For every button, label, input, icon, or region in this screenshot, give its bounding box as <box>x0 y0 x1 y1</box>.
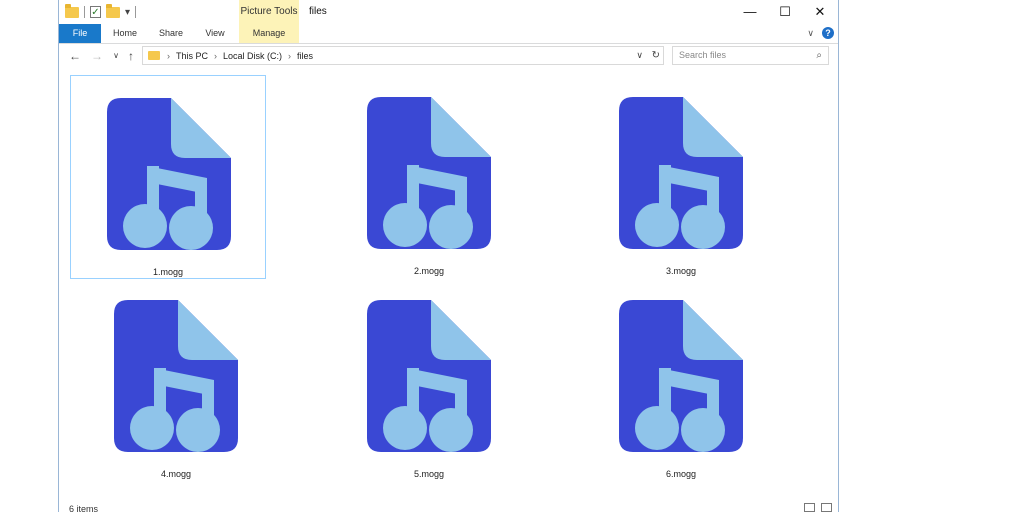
breadcrumb-files[interactable]: files <box>297 51 313 61</box>
details-view-icon[interactable] <box>804 503 815 512</box>
window-title: files <box>309 6 327 17</box>
tab-manage[interactable]: Manage <box>239 24 299 43</box>
picture-tools-tab: Picture Tools <box>239 0 299 24</box>
file-tile[interactable]: 1.mogg <box>70 75 266 279</box>
address-bar[interactable]: › This PC › Local Disk (C:) › files ∨ ↻ <box>142 46 664 65</box>
file-view: 1.mogg 2.mogg 3.mogg 4.mogg 5.mogg 6.mog… <box>59 70 838 500</box>
file-name: 2.mogg <box>413 266 445 276</box>
search-input[interactable]: Search files ⌕ <box>672 46 829 65</box>
quick-access-toolbar: ✓ ▾ <box>65 3 137 20</box>
file-name: 3.mogg <box>665 266 697 276</box>
up-arrow-icon[interactable]: ↑ <box>121 46 141 66</box>
audio-file-icon <box>367 97 491 249</box>
title-bar: ✓ ▾ Picture Tools files — ☐ ✕ <box>59 0 838 24</box>
file-name: 5.mogg <box>413 469 445 479</box>
search-placeholder: Search files <box>679 50 727 60</box>
chevron-right-icon[interactable]: › <box>167 51 170 61</box>
qat-separator <box>84 6 85 18</box>
tab-file[interactable]: File <box>59 24 101 43</box>
file-name: 4.mogg <box>160 469 192 479</box>
audio-file-icon <box>619 97 743 249</box>
breadcrumb-local-disk[interactable]: Local Disk (C:) <box>223 51 282 61</box>
properties-icon[interactable]: ✓ <box>90 6 101 18</box>
chevron-right-icon[interactable]: › <box>288 51 291 61</box>
breadcrumb-this-pc[interactable]: This PC <box>176 51 208 61</box>
tab-home[interactable]: Home <box>105 24 145 43</box>
chevron-right-icon[interactable]: › <box>214 51 217 61</box>
file-tile[interactable]: 5.mogg <box>331 278 527 482</box>
customize-qat-icon[interactable]: ▾ <box>125 7 130 18</box>
folder-icon[interactable] <box>65 3 79 18</box>
audio-file-icon <box>107 98 231 250</box>
qat-separator <box>135 6 137 18</box>
large-icons-view-icon[interactable] <box>821 503 832 512</box>
forward-arrow-icon[interactable]: → <box>87 46 107 66</box>
view-switcher <box>804 503 832 512</box>
maximize-button[interactable]: ☐ <box>766 0 804 24</box>
file-tile[interactable]: 4.mogg <box>78 278 274 482</box>
ribbon-tabs: File Home Share View Manage ∨ ? <box>59 24 838 44</box>
audio-file-icon <box>114 300 238 452</box>
explorer-window: ✓ ▾ Picture Tools files — ☐ ✕ File Home … <box>58 0 839 512</box>
folder-icon <box>148 51 160 60</box>
back-arrow-icon[interactable]: ← <box>65 46 85 66</box>
help-icon[interactable]: ? <box>822 27 834 39</box>
minimize-button[interactable]: — <box>731 0 769 24</box>
file-tile[interactable]: 3.mogg <box>583 75 779 279</box>
audio-file-icon <box>619 300 743 452</box>
file-name: 6.mogg <box>665 469 697 479</box>
new-folder-icon[interactable] <box>106 3 120 18</box>
audio-file-icon <box>367 300 491 452</box>
refresh-icon[interactable]: ↻ <box>652 47 660 64</box>
file-name: 1.mogg <box>152 267 184 277</box>
tab-share[interactable]: Share <box>151 24 191 43</box>
tab-view[interactable]: View <box>195 24 235 43</box>
navigation-bar: ← → ∨ ↑ › This PC › Local Disk (C:) › fi… <box>59 44 838 68</box>
file-tile[interactable]: 6.mogg <box>583 278 779 482</box>
close-button[interactable]: ✕ <box>801 0 838 24</box>
address-dropdown-icon[interactable]: ∨ <box>636 47 643 64</box>
search-icon[interactable]: ⌕ <box>816 47 822 64</box>
file-tile[interactable]: 2.mogg <box>331 75 527 279</box>
status-item-count: 6 items <box>69 504 99 512</box>
expand-ribbon-icon[interactable]: ∨ <box>807 28 814 39</box>
